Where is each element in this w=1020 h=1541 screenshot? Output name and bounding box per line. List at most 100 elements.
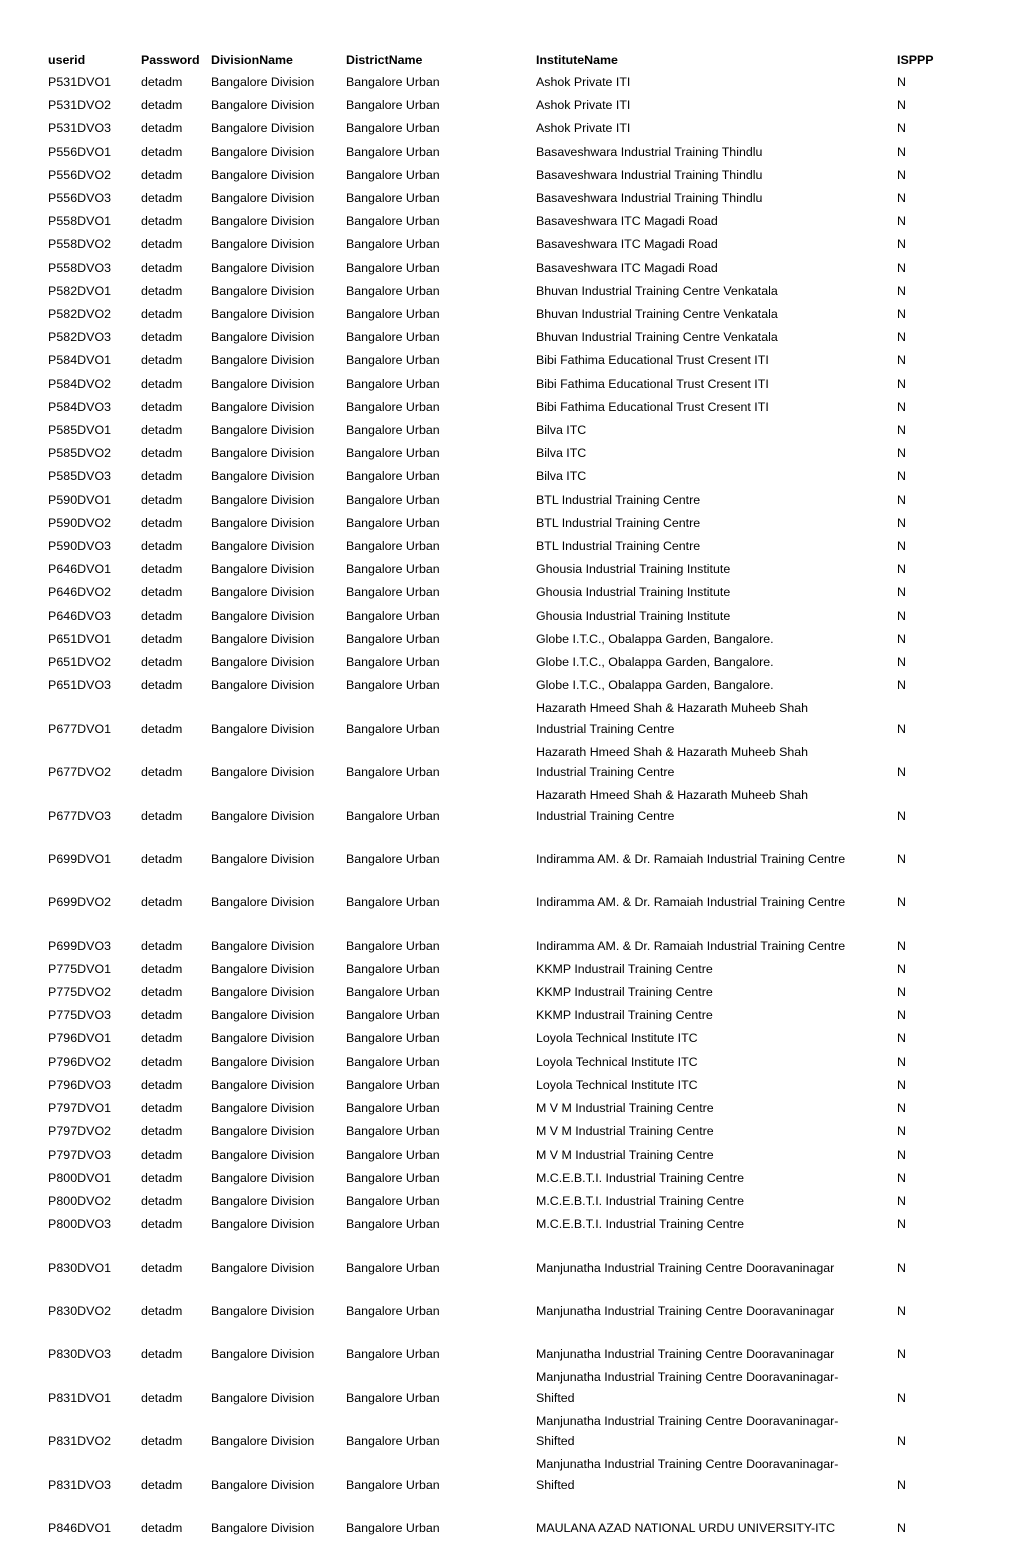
table-row: P800DVO1 detadm Bangalore Division Bangalor… (48, 1168, 968, 1191)
cell-userid: P590DVO3 (48, 539, 112, 554)
cell-district: Bangalore Urban (346, 585, 440, 600)
cell-userid: P830DVO3 (48, 1347, 112, 1362)
cell-password: detadm (141, 678, 183, 693)
cell-userid: P677DVO3 (48, 808, 112, 823)
cell-isppp: N (897, 851, 906, 866)
cell-institute: BTL Industrial Training Centre (536, 515, 701, 530)
cell-division: Bangalore Division (211, 1008, 315, 1023)
cell-password: detadm (141, 1170, 183, 1185)
cell-userid: P556DVO2 (48, 167, 112, 182)
cell-division: Bangalore Division (211, 446, 315, 461)
cell-userid: P831DVO3 (48, 1477, 112, 1492)
cell-division: Bangalore Division (211, 1147, 315, 1162)
cell-password: detadm (141, 167, 183, 182)
cell-isppp: N (897, 721, 906, 736)
cell-password: detadm (141, 562, 183, 577)
cell-userid: P775DVO2 (48, 985, 112, 1000)
cell-isppp: N (897, 765, 906, 780)
cell-institute: Basaveshwara Industrial Training Thindlu (536, 144, 763, 159)
cell-isppp: N (897, 1303, 906, 1318)
table-row: P584DVO1 detadm Bangalore Division Bangalor… (48, 350, 968, 373)
column-header-division: DivisionName (211, 53, 293, 67)
cell-district: Bangalore Urban (346, 492, 440, 507)
cell-isppp: N (897, 1347, 906, 1362)
table-row: P797DVO2 detadm Bangalore Division Bangalor… (48, 1121, 968, 1144)
cell-isppp: N (897, 1170, 906, 1185)
column-header-password: Password (141, 53, 200, 67)
cell-division: Bangalore Division (211, 562, 315, 577)
cell-userid: P796DVO2 (48, 1054, 112, 1069)
table-row: P830DVO1 detadm Bangalore Division Bangalor… (48, 1237, 968, 1280)
cell-isppp: N (897, 469, 906, 484)
cell-institute: Bhuvan Industrial Training Centre Venkat… (536, 330, 778, 345)
cell-district: Bangalore Urban (346, 399, 440, 414)
cell-password: detadm (141, 353, 183, 368)
cell-division: Bangalore Division (211, 1031, 315, 1046)
cell-password: detadm (141, 1054, 183, 1069)
cell-institute: Hazarath Hmeed Shah & Hazarath Muheeb Sh… (536, 785, 897, 828)
cell-division: Bangalore Division (211, 214, 315, 229)
cell-district: Bangalore Urban (346, 1217, 440, 1232)
table-row: P775DVO3 detadm Bangalore Division Bangalor… (48, 1005, 968, 1028)
cell-userid: P556DVO1 (48, 144, 112, 159)
cell-institute: Manjunatha Industrial Training Centre Do… (536, 1411, 897, 1454)
cell-isppp: N (897, 562, 906, 577)
cell-district: Bangalore Urban (346, 515, 440, 530)
cell-password: detadm (141, 1520, 183, 1535)
cell-isppp: N (897, 1217, 906, 1232)
cell-institute: Ghousia Industrial Training Institute (536, 562, 731, 577)
cell-district: Bangalore Urban (346, 938, 440, 953)
cell-userid: P585DVO1 (48, 423, 112, 438)
cell-isppp: N (897, 1101, 906, 1116)
cell-userid: P699DVO2 (48, 895, 112, 910)
cell-isppp: N (897, 353, 906, 368)
cell-password: detadm (141, 961, 183, 976)
column-header-district: DistrictName (346, 53, 423, 67)
cell-district: Bangalore Urban (346, 1008, 440, 1023)
cell-division: Bangalore Division (211, 1170, 315, 1185)
cell-password: detadm (141, 1193, 183, 1208)
cell-isppp: N (897, 961, 906, 976)
cell-userid: P582DVO2 (48, 307, 112, 322)
table-row: P585DVO2 detadm Bangalore Division Bangalor… (48, 443, 968, 466)
cell-district: Bangalore Urban (346, 446, 440, 461)
cell-division: Bangalore Division (211, 655, 315, 670)
table-row: P531DVO1 detadm Bangalore Division Bangalor… (48, 72, 968, 95)
cell-district: Bangalore Urban (346, 808, 440, 823)
column-header-institute: InstituteName (536, 53, 618, 67)
cell-division: Bangalore Division (211, 1193, 315, 1208)
cell-isppp: N (897, 121, 906, 136)
cell-division: Bangalore Division (211, 167, 315, 182)
table-row: P582DVO2 detadm Bangalore Division Bangalor… (48, 304, 968, 327)
column-header-userid: userid (48, 53, 86, 67)
cell-password: detadm (141, 330, 183, 345)
cell-userid: P831DVO1 (48, 1390, 112, 1405)
cell-password: detadm (141, 1031, 183, 1046)
cell-district: Bangalore Urban (346, 985, 440, 1000)
cell-password: detadm (141, 237, 183, 252)
cell-userid: P796DVO1 (48, 1031, 112, 1046)
cell-password: detadm (141, 144, 183, 159)
cell-division: Bangalore Division (211, 1303, 315, 1318)
cell-division: Bangalore Division (211, 1434, 315, 1449)
cell-institute: Basaveshwara Industrial Training Thindlu (536, 191, 763, 206)
cell-institute: Manjunatha Industrial Training Centre Do… (536, 1260, 835, 1275)
cell-institute: Loyola Technical Institute ITC (536, 1054, 698, 1069)
cell-isppp: N (897, 1054, 906, 1069)
cell-division: Bangalore Division (211, 423, 315, 438)
table-row: P651DVO1 detadm Bangalore Division Bangalor… (48, 629, 968, 652)
cell-password: detadm (141, 655, 183, 670)
cell-institute: Basaveshwara ITC Magadi Road (536, 260, 718, 275)
cell-isppp: N (897, 446, 906, 461)
table-row: P582DVO3 detadm Bangalore Division Bangalor… (48, 327, 968, 350)
cell-division: Bangalore Division (211, 808, 315, 823)
cell-userid: P646DVO3 (48, 608, 112, 623)
cell-userid: P590DVO2 (48, 515, 112, 530)
cell-isppp: N (897, 608, 906, 623)
cell-userid: P531DVO3 (48, 121, 112, 136)
table-row: P831DVO3 detadm Bangalore Division Bangalor… (48, 1454, 968, 1497)
cell-division: Bangalore Division (211, 1260, 315, 1275)
cell-institute: Bhuvan Industrial Training Centre Venkat… (536, 283, 778, 298)
cell-password: detadm (141, 1008, 183, 1023)
cell-isppp: N (897, 1193, 906, 1208)
